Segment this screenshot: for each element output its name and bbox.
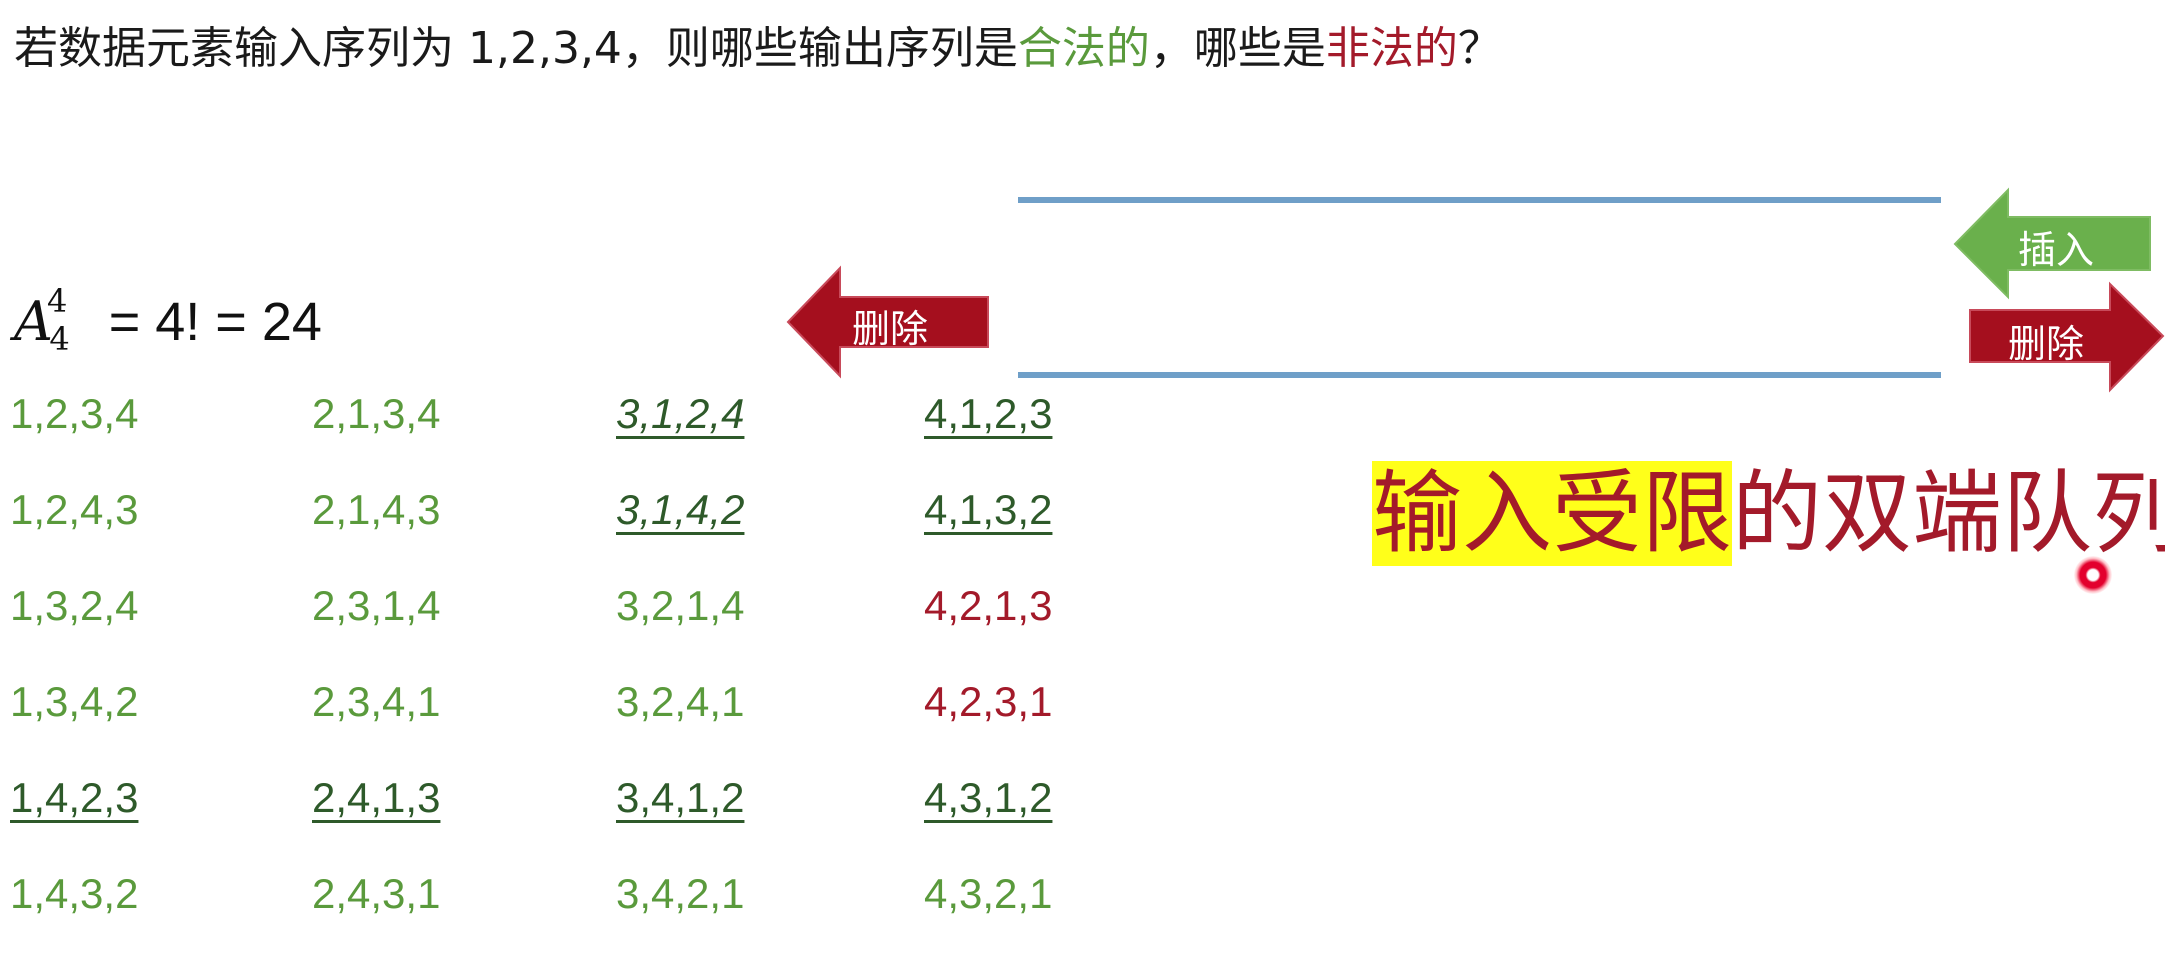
- sequence-item: 2,4,1,3: [312, 774, 441, 821]
- delete-right-label: 删除: [2008, 322, 2085, 366]
- sequence-item: 3,4,2,1: [616, 870, 745, 917]
- sequence-item: 2,3,4,1: [312, 678, 441, 725]
- sequence-item: 3,2,1,4: [616, 582, 745, 629]
- laser-pointer-icon: [2074, 556, 2112, 594]
- sequence-item: 4,1,2,3: [924, 390, 1053, 437]
- sequence-item: 4,1,3,2: [924, 486, 1053, 533]
- title-highlight: 输入受限: [1372, 461, 1732, 566]
- sequence-item: 1,3,2,4: [10, 582, 139, 629]
- sequence-item: 2,3,1,4: [312, 582, 441, 629]
- sequence-item: 4,3,1,2: [924, 774, 1053, 821]
- deque-title: 输入受限的双端队列: [1372, 440, 2165, 570]
- sequence-item: 2,4,3,1: [312, 870, 441, 917]
- sequence-item: 2,1,4,3: [312, 486, 441, 533]
- sequence-item: 4,2,1,3: [924, 582, 1053, 629]
- sequence-item: 1,4,2,3: [10, 774, 139, 821]
- sequence-item: 2,1,3,4: [312, 390, 441, 437]
- sequence-item: 4,2,3,1: [924, 678, 1053, 725]
- sequence-item: 3,1,2,4: [616, 390, 745, 437]
- sequence-item: 1,4,3,2: [10, 870, 139, 917]
- sequence-item: 1,2,4,3: [10, 486, 139, 533]
- sequence-item: 1,2,3,4: [10, 390, 139, 437]
- sequence-item: 3,4,1,2: [616, 774, 745, 821]
- title-rest: 的双端队列: [1732, 461, 2165, 566]
- sequence-item: 4,3,2,1: [924, 870, 1053, 917]
- delete-left-label: 删除: [852, 307, 929, 351]
- sequence-item: 1,3,4,2: [10, 678, 139, 725]
- sequence-item: 3,2,4,1: [616, 678, 745, 725]
- sequence-item: 3,1,4,2: [616, 486, 745, 533]
- insert-label: 插入: [2018, 228, 2095, 272]
